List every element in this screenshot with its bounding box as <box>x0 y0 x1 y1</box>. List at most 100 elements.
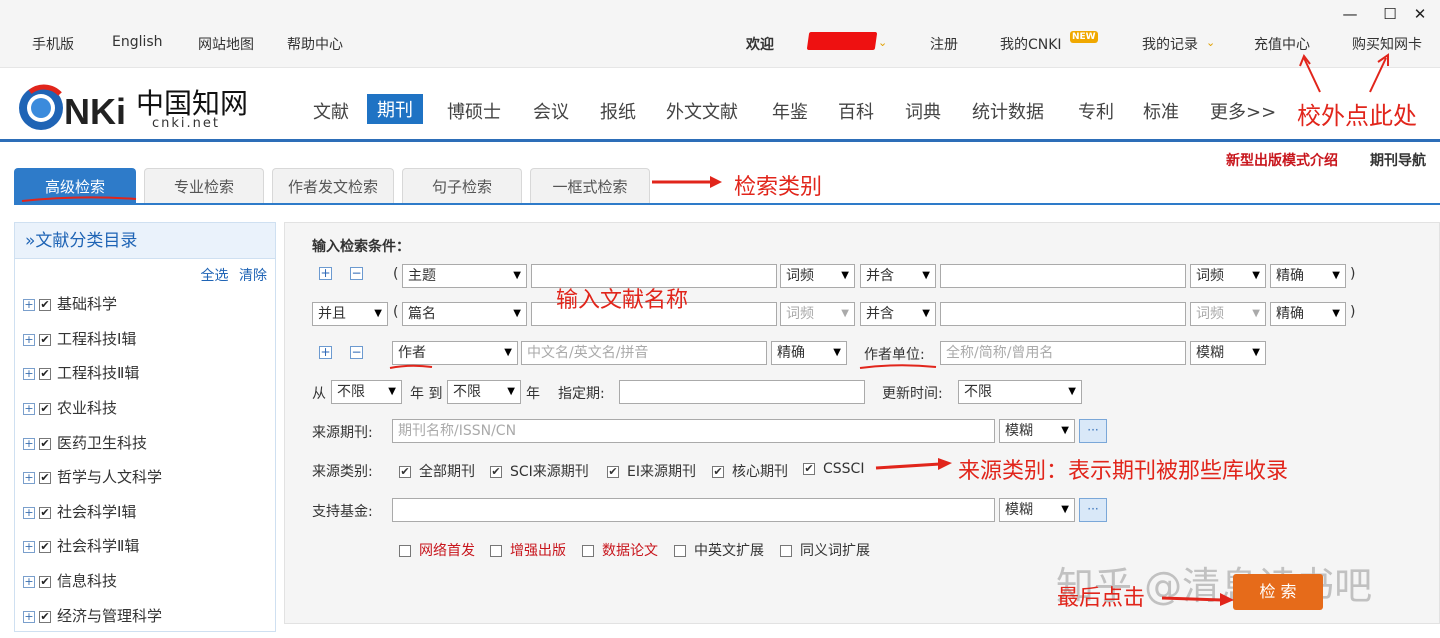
sidebar-item[interactable]: + ✔ 农业科技 <box>23 397 117 421</box>
nav-conference[interactable]: 会议 <box>533 98 569 124</box>
checkbox-unchecked[interactable] <box>674 545 686 557</box>
checkbox-checked[interactable]: ✔ <box>490 466 502 478</box>
checkbox-checked[interactable]: ✔ <box>39 298 51 311</box>
cnki-logo[interactable]: NKi 中国知网 cnki.net <box>16 80 266 140</box>
option-cn-en-expand[interactable]: 中英文扩展 <box>674 540 764 560</box>
expand-icon[interactable]: + <box>23 471 35 484</box>
checkbox-checked[interactable]: ✔ <box>39 540 51 553</box>
match-select-2[interactable]: 精确 ▼ <box>1270 302 1346 326</box>
add-row-icon[interactable]: + <box>319 346 332 359</box>
nav-more[interactable]: 更多>> <box>1210 98 1276 124</box>
source-journal-input[interactable]: 期刊名称/ISSN/CN <box>392 419 995 443</box>
remove-row-icon[interactable]: − <box>350 346 363 359</box>
search-button[interactable]: 检 索 <box>1233 574 1323 610</box>
source-match-select[interactable]: 模糊 ▼ <box>999 419 1075 443</box>
source-type-sci[interactable]: ✔ SCI来源期刊 <box>490 461 589 481</box>
english-link[interactable]: English <box>112 34 163 50</box>
author-name-input[interactable]: 中文名/英文名/拼音 <box>521 341 767 365</box>
minimize-icon[interactable]: — <box>1330 2 1370 26</box>
checkbox-checked[interactable]: ✔ <box>39 402 51 415</box>
keyword-input-2[interactable] <box>940 264 1186 288</box>
mobile-link[interactable]: 手机版 <box>32 34 74 54</box>
journal-nav-link[interactable]: 期刊导航 <box>1370 150 1426 170</box>
expand-icon[interactable]: + <box>23 506 35 519</box>
checkbox-unchecked[interactable] <box>780 545 792 557</box>
select-all-link[interactable]: 全选 <box>201 268 229 284</box>
source-type-core[interactable]: ✔ 核心期刊 <box>712 461 788 481</box>
checkbox-checked[interactable]: ✔ <box>39 471 51 484</box>
fund-picker-button[interactable]: ··· <box>1079 498 1107 522</box>
checkbox-checked[interactable]: ✔ <box>39 333 51 346</box>
fund-match-select[interactable]: 模糊 ▼ <box>999 498 1075 522</box>
option-data-paper[interactable]: 数据论文 <box>582 540 658 560</box>
nav-standard[interactable]: 标准 <box>1143 98 1179 124</box>
update-time-select[interactable]: 不限 ▼ <box>958 380 1082 404</box>
register-link[interactable]: 注册 <box>930 34 958 54</box>
checkbox-checked[interactable]: ✔ <box>39 610 51 623</box>
sidebar-item[interactable]: + ✔ 经济与管理科学 <box>23 605 162 629</box>
nav-foreign[interactable]: 外文文献 <box>666 98 738 124</box>
checkbox-checked[interactable]: ✔ <box>712 466 724 478</box>
nav-dictionary[interactable]: 词典 <box>905 98 941 124</box>
checkbox-checked[interactable]: ✔ <box>607 466 619 478</box>
expand-icon[interactable]: + <box>23 367 35 380</box>
expand-icon[interactable]: + <box>23 333 35 346</box>
clear-link[interactable]: 清除 <box>239 268 267 284</box>
relation-select-2[interactable]: 并含 ▼ <box>860 302 936 326</box>
sidebar-item[interactable]: + ✔ 社会科学Ⅰ辑 <box>23 501 136 525</box>
tab-single-box-search[interactable]: 一框式检索 <box>530 168 650 204</box>
affiliation-match-select[interactable]: 模糊 ▼ <box>1190 341 1266 365</box>
checkbox-checked[interactable]: ✔ <box>39 437 51 450</box>
relation-select-1[interactable]: 并含 ▼ <box>860 264 936 288</box>
my-cnki-link[interactable]: 我的CNKI <box>1000 34 1062 54</box>
tab-author-search[interactable]: 作者发文检索 <box>272 168 394 204</box>
sidebar-item[interactable]: + ✔ 工程科技Ⅰ辑 <box>23 328 136 352</box>
nav-literature[interactable]: 文献 <box>313 98 349 124</box>
expand-icon[interactable]: + <box>23 402 35 415</box>
period-input[interactable] <box>619 380 865 404</box>
sitemap-link[interactable]: 网站地图 <box>198 34 254 54</box>
sidebar-item[interactable]: + ✔ 工程科技Ⅱ辑 <box>23 362 139 386</box>
remove-row-icon[interactable]: − <box>350 267 363 280</box>
field-select-1[interactable]: 主题 ▼ <box>402 264 527 288</box>
checkbox-checked[interactable]: ✔ <box>399 466 411 478</box>
option-enhanced[interactable]: 增强出版 <box>490 540 566 560</box>
expand-icon[interactable]: + <box>23 610 35 623</box>
source-type-all[interactable]: ✔ 全部期刊 <box>399 461 475 481</box>
checkbox-checked[interactable]: ✔ <box>39 367 51 380</box>
help-center-link[interactable]: 帮助中心 <box>287 34 343 54</box>
close-icon[interactable]: ✕ <box>1400 2 1440 26</box>
source-picker-button[interactable]: ··· <box>1079 419 1107 443</box>
nav-yearbook[interactable]: 年鉴 <box>772 98 808 124</box>
nav-thesis[interactable]: 博硕士 <box>447 98 501 124</box>
option-online-first[interactable]: 网络首发 <box>399 540 475 560</box>
checkbox-unchecked[interactable] <box>490 545 502 557</box>
sidebar-item[interactable]: + ✔ 基础科学 <box>23 293 117 317</box>
logic-select[interactable]: 并且 ▼ <box>312 302 388 326</box>
expand-icon[interactable]: + <box>23 575 35 588</box>
to-year-select[interactable]: 不限 ▼ <box>447 380 521 404</box>
sidebar-item[interactable]: + ✔ 哲学与人文科学 <box>23 466 162 490</box>
freq-select-1[interactable]: 词频 ▼ <box>780 264 855 288</box>
nav-statistics[interactable]: 统计数据 <box>972 98 1044 124</box>
keyword-input-4[interactable] <box>940 302 1186 326</box>
match-select-1[interactable]: 精确 ▼ <box>1270 264 1346 288</box>
nav-encyclopedia[interactable]: 百科 <box>838 98 874 124</box>
chevron-down-icon[interactable]: ⌄ <box>1206 36 1215 49</box>
expand-icon[interactable]: + <box>23 437 35 450</box>
chevron-down-icon[interactable]: ⌄ <box>878 36 887 49</box>
sidebar-item[interactable]: + ✔ 信息科技 <box>23 570 117 594</box>
from-year-select[interactable]: 不限 ▼ <box>331 380 402 404</box>
sidebar-item[interactable]: + ✔ 医药卫生科技 <box>23 432 147 456</box>
tab-sentence-search[interactable]: 句子检索 <box>402 168 522 204</box>
source-type-ei[interactable]: ✔ EI来源期刊 <box>607 461 696 481</box>
checkbox-unchecked[interactable] <box>399 545 411 557</box>
freq-select-2[interactable]: 词频 ▼ <box>1190 264 1266 288</box>
nav-newspaper[interactable]: 报纸 <box>600 98 636 124</box>
affiliation-input[interactable]: 全称/简称/曾用名 <box>940 341 1186 365</box>
source-type-cssci[interactable]: ✔ CSSCI <box>803 461 864 477</box>
checkbox-checked[interactable]: ✔ <box>39 575 51 588</box>
tab-professional-search[interactable]: 专业检索 <box>144 168 264 204</box>
freq-select-3[interactable]: 词频 ▼ <box>780 302 855 326</box>
option-synonym-expand[interactable]: 同义词扩展 <box>780 540 870 560</box>
